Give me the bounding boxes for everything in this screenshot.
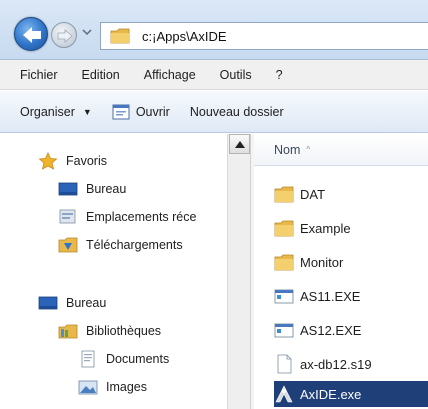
desktop-icon (38, 296, 58, 310)
images-icon (78, 380, 98, 395)
nav-lib-images-label: Images (106, 380, 147, 394)
nav-lib-documents-label: Documents (106, 352, 170, 366)
organize-label: Organiser (20, 104, 75, 119)
open-window-icon (112, 104, 130, 119)
file-name: AS11.EXE (300, 288, 361, 304)
nav-lib-images[interactable]: Images (78, 375, 147, 399)
menu-affichage[interactable]: Affichage (144, 68, 196, 82)
nav-fav-downloads[interactable]: Téléchargements (58, 233, 183, 257)
folder-icon (274, 254, 294, 271)
open-label: Ouvrir (135, 104, 170, 119)
file-name: AS12.EXE (300, 322, 362, 338)
file-row[interactable]: AS12.EXE (274, 317, 428, 343)
file-row[interactable]: Example (274, 215, 428, 241)
nav-favorites[interactable]: Favoris (38, 149, 107, 173)
back-button[interactable] (14, 17, 48, 51)
executable-icon (274, 289, 294, 304)
folder-icon (274, 220, 294, 237)
new-folder-label: Nouveau dossier (189, 104, 284, 119)
forward-button[interactable] (51, 22, 77, 48)
file-name: ax-db12.s19 (300, 356, 372, 372)
file-name: DAT (300, 186, 326, 202)
forward-arrow-icon (57, 29, 73, 43)
axide-app-icon (275, 385, 293, 403)
open-button[interactable]: Ouvrir (112, 103, 170, 121)
recent-places-icon (59, 209, 76, 224)
nav-desktop[interactable]: Bureau (38, 291, 106, 315)
file-name: Example (300, 220, 351, 236)
sort-ascending-icon: ^ (306, 145, 311, 154)
menu-bar: Fichier Edition Affichage Outils ? (0, 60, 428, 90)
nav-pane-scrollbar[interactable] (227, 134, 250, 409)
file-row-selected[interactable]: AxIDE.exe (274, 381, 428, 407)
executable-icon (274, 323, 294, 338)
new-folder-button[interactable]: Nouveau dossier (190, 105, 284, 119)
downloads-icon (58, 237, 78, 253)
file-name: Monitor (300, 254, 344, 270)
nav-fav-bureau-label: Bureau (86, 182, 127, 196)
file-row[interactable]: DAT (274, 181, 428, 207)
file-row[interactable]: ax-db12.s19 (274, 351, 428, 377)
menu-help[interactable]: ? (276, 68, 283, 82)
navigation-pane: Favoris Bureau Emplacements réce Télécha… (0, 134, 254, 409)
file-row[interactable]: AS11.EXE (274, 283, 428, 309)
back-arrow-icon (23, 27, 41, 43)
address-path[interactable]: c:¡Apps\AxIDE (142, 29, 227, 44)
nav-fav-bureau[interactable]: Bureau (58, 177, 126, 201)
dropdown-arrow-icon: ▼ (82, 106, 92, 117)
libraries-icon (58, 324, 78, 339)
folder-icon (274, 186, 294, 203)
menu-edition[interactable]: Edition (82, 68, 120, 82)
nav-fav-downloads-label: Téléchargements (86, 238, 183, 252)
nav-libraries-label: Bibliothèques (86, 324, 162, 338)
star-icon (38, 152, 58, 170)
navigation-bar: c:¡Apps\AxIDE (0, 0, 428, 60)
nav-lib-documents[interactable]: Documents (78, 347, 169, 371)
file-name: AxIDE.exe (300, 386, 362, 402)
desktop-icon (58, 182, 78, 196)
command-bar: Organiser ▼ Ouvrir Nouveau dossier (0, 91, 428, 133)
menu-outils[interactable]: Outils (220, 68, 252, 82)
file-list: Nom ^ DAT Example Monitor AS11.EXE AS12.… (254, 134, 428, 409)
triangle-up-icon (235, 141, 245, 148)
organize-button[interactable]: Organiser ▼ (20, 105, 92, 119)
blank-file-icon (277, 354, 292, 374)
history-chevron-icon[interactable] (81, 26, 93, 38)
folder-icon (110, 28, 130, 44)
nav-fav-recent-label: Emplacements réce (86, 210, 197, 224)
nav-libraries[interactable]: Bibliothèques (58, 319, 161, 343)
nav-fav-recent[interactable]: Emplacements réce (58, 205, 226, 229)
address-bar[interactable]: c:¡Apps\AxIDE (100, 22, 428, 50)
column-header-name[interactable]: Nom ^ (254, 134, 428, 166)
documents-icon (81, 350, 95, 368)
nav-desktop-label: Bureau (66, 296, 107, 310)
menu-fichier[interactable]: Fichier (20, 68, 58, 82)
scroll-up-button[interactable] (229, 134, 250, 154)
nav-favorites-label: Favoris (66, 154, 107, 168)
file-row[interactable]: Monitor (274, 249, 428, 275)
column-name-label: Nom (274, 142, 301, 157)
